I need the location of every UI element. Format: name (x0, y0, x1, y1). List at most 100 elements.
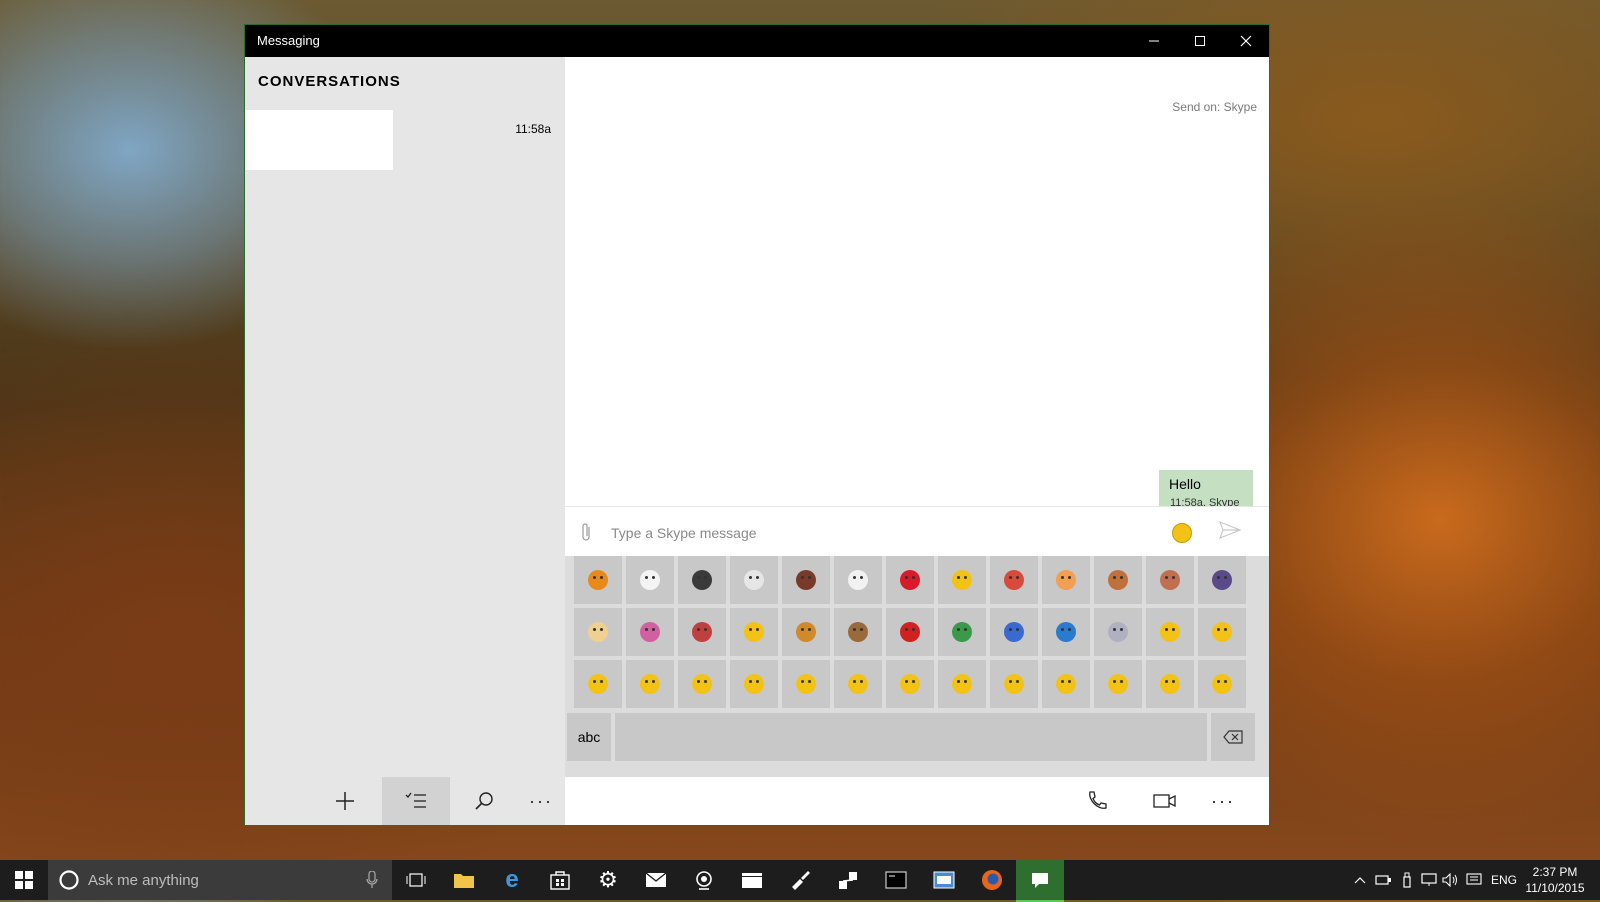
call-button[interactable] (1063, 777, 1131, 825)
emoji-key-lips[interactable] (886, 556, 934, 604)
emoji-key-zombie[interactable] (938, 608, 986, 656)
emoji-key-smile[interactable] (1146, 608, 1194, 656)
paint-app-button[interactable] (776, 860, 824, 900)
emoji-key-dancer[interactable] (678, 556, 726, 604)
usb-tray-icon[interactable] (1396, 860, 1418, 900)
conversation-item[interactable]: 11:58a (245, 110, 565, 170)
stretcher-icon (588, 622, 608, 642)
speechless-icon (900, 674, 920, 694)
new-message-button[interactable] (311, 777, 379, 825)
folder-icon (454, 874, 474, 888)
emoji-key-dull[interactable] (1198, 660, 1246, 708)
cortana-icon (59, 870, 79, 890)
emoji-key-monkey[interactable] (834, 608, 882, 656)
mail-button[interactable] (632, 860, 680, 900)
emoji-key-skull[interactable] (834, 556, 882, 604)
backspace-key[interactable] (1211, 713, 1255, 761)
show-hidden-icons-button[interactable] (1350, 860, 1370, 900)
app-window-button[interactable] (920, 860, 968, 900)
emoji-key-girl[interactable] (782, 556, 830, 604)
emoji-key-sweat[interactable] (834, 660, 882, 708)
conversation-card (245, 110, 393, 170)
emoji-key-figure-red-cap[interactable] (990, 556, 1038, 604)
more-icon: ··· (529, 790, 553, 811)
emoji-key-party-face[interactable] (730, 608, 778, 656)
store-button[interactable] (536, 860, 584, 900)
taskbar-clock[interactable]: 2:37 PM 11/10/2015 (1520, 864, 1590, 896)
emoji-key-cake[interactable] (782, 608, 830, 656)
webcam-app-button[interactable] (680, 860, 728, 900)
minimize-button[interactable] (1131, 25, 1177, 57)
emoji-key-laughing[interactable] (938, 556, 986, 604)
clapperboard-icon (742, 873, 762, 888)
emoji-key-runner[interactable] (1042, 556, 1090, 604)
emoji-key-person-standing[interactable] (1094, 556, 1142, 604)
close-button[interactable] (1223, 25, 1269, 57)
emoji-key-vampire[interactable] (730, 556, 778, 604)
network-tray-icon[interactable] (1418, 860, 1440, 900)
emoji-key-person-pink[interactable] (626, 608, 674, 656)
send-on-label[interactable]: Send on: Skype (1172, 100, 1257, 114)
command-prompt-button[interactable] (872, 860, 920, 900)
space-key[interactable] (615, 713, 1207, 761)
title-bar[interactable]: Messaging (245, 25, 1269, 57)
emoji-key-blush[interactable] (1042, 660, 1090, 708)
movies-button[interactable] (728, 860, 776, 900)
send-icon (1218, 520, 1242, 540)
edge-button[interactable]: e (488, 860, 536, 900)
emoji-key-cool[interactable] (626, 660, 674, 708)
clock-time: 2:37 PM (1532, 865, 1578, 879)
select-button[interactable] (382, 777, 450, 825)
messaging-taskbar-button[interactable] (1016, 860, 1064, 902)
network-icon (839, 872, 857, 889)
language-indicator[interactable]: ENG (1488, 860, 1520, 900)
abc-key[interactable]: abc (567, 713, 611, 761)
more-options-left-button[interactable]: ··· (507, 777, 575, 825)
emoji-key-person-arms-up[interactable] (1198, 556, 1246, 604)
message-input[interactable] (609, 520, 1153, 546)
emoji-key-wondering[interactable] (1094, 660, 1142, 708)
emoji-key-devil[interactable] (886, 608, 934, 656)
dancer-icon (692, 570, 712, 590)
cake-icon (796, 622, 816, 642)
emoji-key-speechless[interactable] (886, 660, 934, 708)
emoji-key-sleepy[interactable] (1146, 660, 1194, 708)
emoji-key-stretcher[interactable] (574, 608, 622, 656)
lips-icon (900, 570, 920, 590)
figure-red-cap-icon (1004, 570, 1024, 590)
network-app-button[interactable] (824, 860, 872, 900)
blue-face-icon (1056, 622, 1076, 642)
keyboard-bottom-row: abc (565, 713, 1269, 765)
attach-button[interactable] (581, 522, 593, 547)
volume-tray-icon[interactable] (1440, 860, 1462, 900)
emoji-key-ghost[interactable] (626, 556, 674, 604)
emoji-key-penguin[interactable] (990, 608, 1038, 656)
emoji-key-person-sitting[interactable] (1146, 556, 1194, 604)
cortana-search-box[interactable]: Ask me anything (48, 860, 392, 900)
task-view-button[interactable] (392, 860, 440, 900)
emoji-key-robot[interactable] (1094, 608, 1142, 656)
emoji-key-kiss[interactable] (938, 660, 986, 708)
send-button[interactable] (1218, 520, 1242, 544)
action-center-button[interactable] (1463, 860, 1485, 900)
windows-logo-icon (15, 871, 33, 889)
maximize-button[interactable] (1177, 25, 1223, 57)
emoji-key-wink[interactable] (730, 660, 778, 708)
settings-button[interactable]: ⚙ (584, 860, 632, 900)
emoji-key-boxer[interactable] (678, 608, 726, 656)
power-tray-icon[interactable] (1372, 860, 1394, 900)
firefox-button[interactable] (968, 860, 1016, 900)
emoji-key-sad[interactable] (1198, 608, 1246, 656)
emoji-key-pumpkin[interactable] (574, 556, 622, 604)
emoji-key-surprised[interactable] (678, 660, 726, 708)
emoji-key-grin[interactable] (574, 660, 622, 708)
more-options-right-button[interactable]: ··· (1189, 777, 1257, 825)
emoji-key-blue-face[interactable] (1042, 608, 1090, 656)
emoji-key-crying[interactable] (782, 660, 830, 708)
microphone-icon[interactable] (366, 871, 378, 889)
emoji-key-tongue[interactable] (990, 660, 1038, 708)
file-explorer-button[interactable] (440, 860, 488, 900)
sleepy-icon (1160, 674, 1180, 694)
emoji-button[interactable] (1172, 523, 1192, 543)
start-button[interactable] (0, 860, 48, 900)
